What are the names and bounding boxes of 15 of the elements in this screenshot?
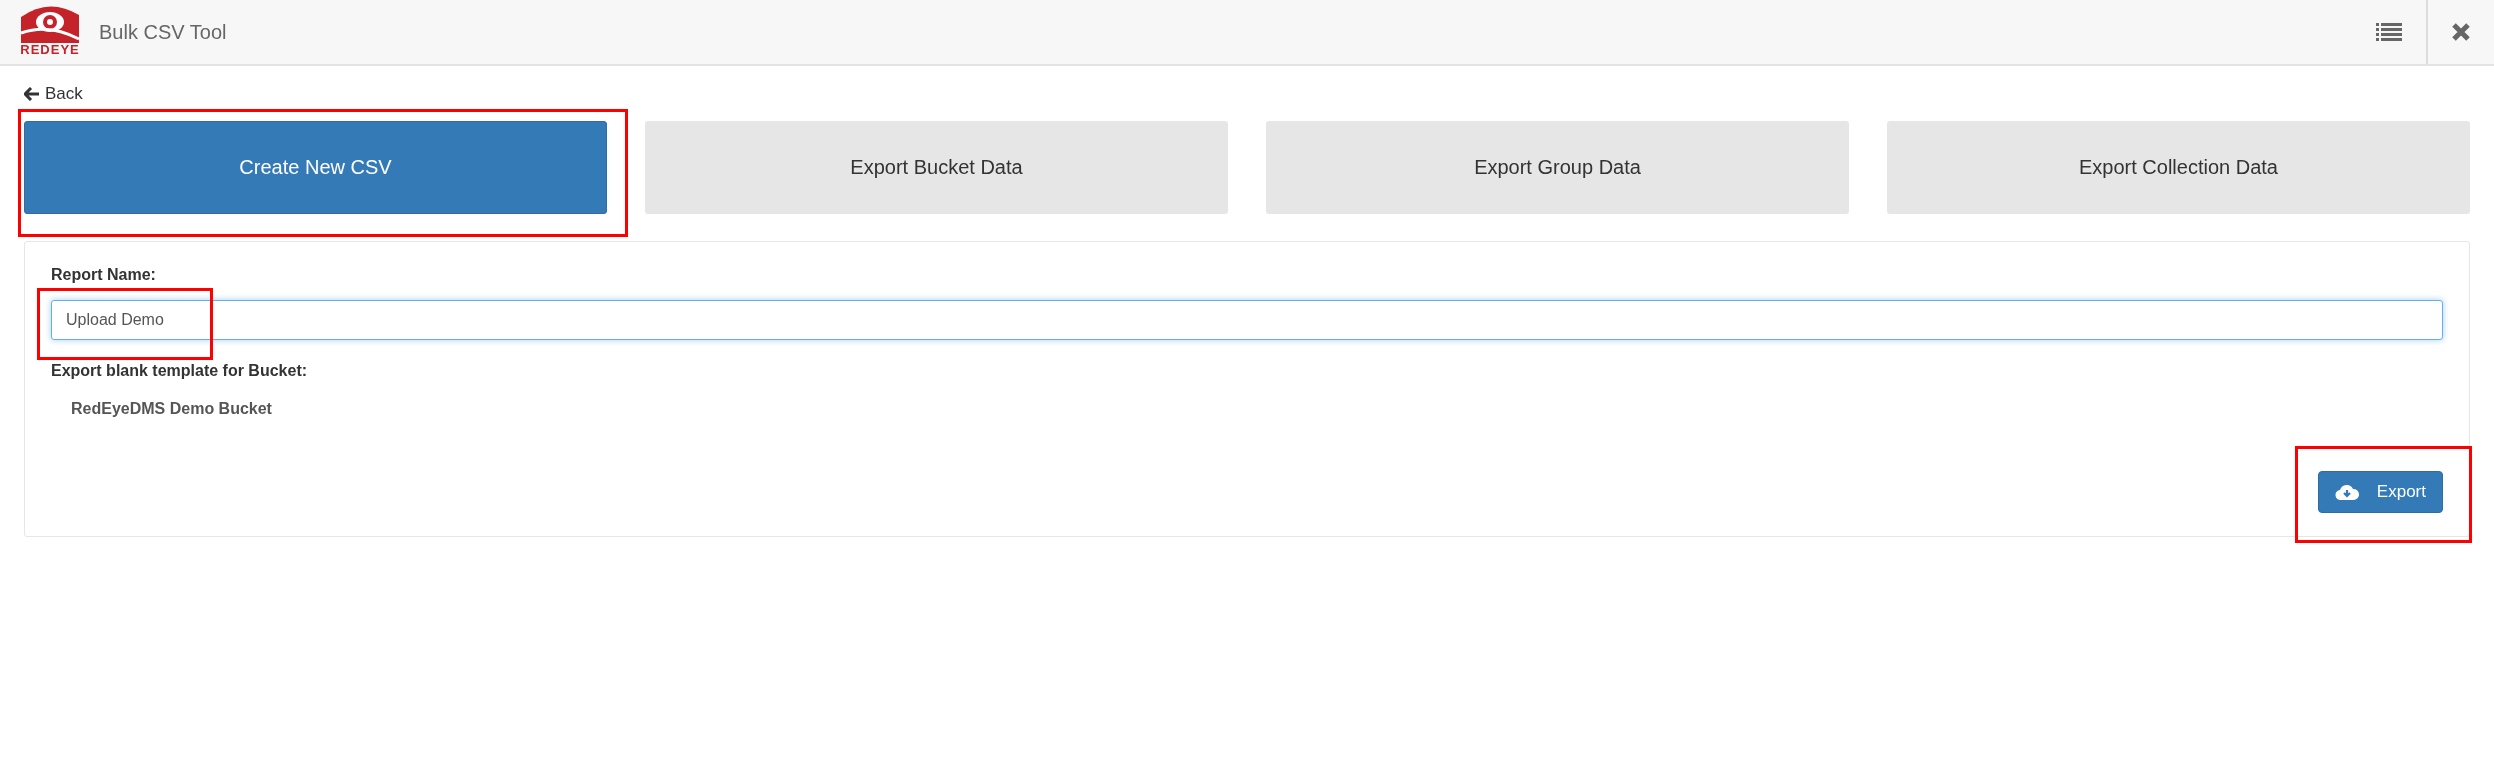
app-title: Bulk CSV Tool — [99, 20, 227, 44]
tab[interactable]: Export Bucket Data — [645, 121, 1228, 214]
list-icon[interactable] — [2376, 22, 2402, 42]
back-link[interactable]: Back — [24, 84, 83, 104]
report-name-field[interactable]: Upload Demo — [51, 300, 2443, 340]
tab[interactable]: Export Group Data — [1266, 121, 1849, 214]
tab[interactable]: Export Collection Data — [1887, 121, 2470, 214]
export-button[interactable]: Export — [2317, 471, 2443, 513]
close-icon[interactable] — [2451, 22, 2471, 42]
bucket-name: RedEyeDMS Demo Bucket — [71, 400, 273, 418]
section-label: Export blank template for Bucket: — [51, 362, 308, 380]
left-arrow-icon — [24, 87, 40, 101]
field-label: Report Name: — [51, 266, 156, 284]
tab[interactable]: Create New CSV — [24, 121, 607, 214]
cloud-download-icon — [2334, 483, 2359, 501]
